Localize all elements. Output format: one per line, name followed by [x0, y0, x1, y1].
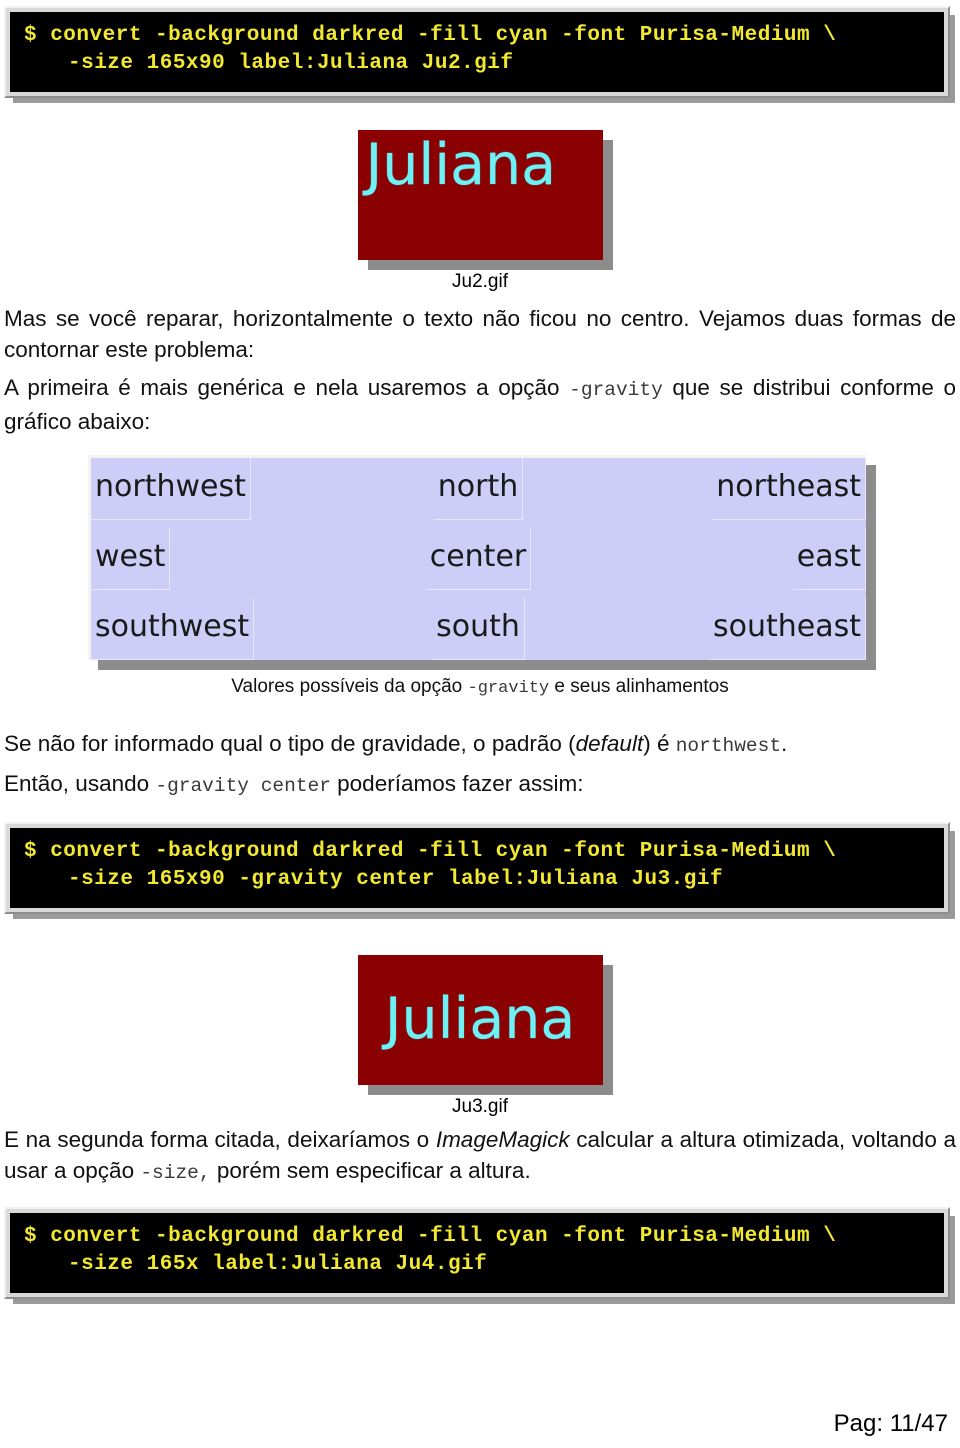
grid-cell-label: center — [425, 527, 532, 590]
paragraph-text: A primeira é mais genérica e nela usarem… — [4, 375, 570, 400]
grid-cell-label: southeast — [708, 597, 866, 660]
caption-text: e seus alinhamentos — [549, 676, 729, 697]
paragraph-5: E na segunda forma citada, deixaríamos o… — [4, 1124, 956, 1189]
code-block-ju3: $ convert -background darkred -fill cyan… — [4, 822, 955, 919]
image-holder: Juliana — [357, 955, 613, 1095]
paragraph-text: porém sem especificar a altura. — [210, 1158, 531, 1183]
paragraph-text: ) é — [643, 731, 676, 756]
terminal-surface: $ convert -background darkred -fill cyan… — [10, 12, 944, 92]
code-block-frame: $ convert -background darkred -fill cyan… — [4, 1207, 950, 1299]
image-holder: Juliana — [357, 130, 613, 270]
figure-caption: Ju3.gif — [452, 1096, 508, 1117]
grid-cell-label: south — [432, 597, 525, 660]
grid-cell-label: north — [433, 458, 524, 520]
emphasis-imagemagick: ImageMagick — [435, 1127, 570, 1152]
grid-cell-west: west — [91, 525, 349, 592]
paragraph-text: Se não for informado qual o tipo de grav… — [4, 731, 576, 756]
grid-cell-northwest: northwest — [91, 458, 349, 525]
caption-text: Valores possíveis da opção — [231, 676, 468, 697]
code-block-frame: $ convert -background darkred -fill cyan… — [4, 822, 950, 914]
terminal-line: $ convert -background darkred -fill cyan… — [24, 1225, 837, 1248]
paragraph-2: A primeira é mais genérica e nela usarem… — [4, 372, 956, 437]
generated-image-ju3: Juliana — [357, 955, 603, 1085]
paragraph-text: poderíamos fazer assim: — [330, 771, 584, 796]
inline-code-gravity: -gravity — [467, 679, 550, 698]
gravity-grid-diagram: northwest north northeast west center ea… — [88, 455, 876, 670]
terminal-line: -size 165x90 -gravity center label:Julia… — [68, 868, 724, 891]
inline-code-size: -size, — [140, 1162, 211, 1184]
grid-cell-label: east — [792, 527, 866, 590]
grid-cell-southeast: southeast — [608, 593, 866, 660]
image-label-text: Juliana — [365, 132, 557, 198]
terminal-surface: $ convert -background darkred -fill cyan… — [10, 1213, 944, 1293]
gravity-grid-caption: Valores possíveis da opção -gravity e se… — [0, 676, 960, 698]
inline-code-northwest: northwest — [675, 735, 782, 757]
paragraph-text: Então, usando — [4, 771, 156, 796]
terminal-line: $ convert -background darkred -fill cyan… — [24, 24, 837, 47]
grid-cell-center: center — [349, 525, 607, 592]
grid-cell-label: northeast — [712, 458, 866, 520]
terminal-line: $ convert -background darkred -fill cyan… — [24, 840, 837, 863]
paragraph-text: Mas se você reparar, horizontalmente o t… — [4, 306, 956, 362]
page-number: Pag: 11/47 — [833, 1410, 948, 1437]
code-block-frame: $ convert -background darkred -fill cyan… — [4, 6, 950, 98]
figure-caption: Ju2.gif — [452, 271, 508, 292]
grid-cell-southwest: southwest — [91, 593, 349, 660]
generated-image-ju2: Juliana — [357, 130, 603, 260]
grid-cell-south: south — [349, 593, 607, 660]
figure-ju3: Juliana Ju3.gif — [0, 955, 960, 1118]
grid-cell-east: east — [608, 525, 866, 592]
grid-cell-north: north — [349, 458, 607, 525]
grid-cell-label: southwest — [91, 597, 255, 660]
grid-surface: northwest north northeast west center ea… — [88, 455, 866, 660]
code-block-ju4: $ convert -background darkred -fill cyan… — [4, 1207, 955, 1304]
grid-cell-label: west — [91, 527, 171, 590]
image-label-text: Juliana — [384, 985, 576, 1052]
terminal-line: -size 165x90 label:Juliana Ju2.gif — [68, 52, 514, 75]
paragraph-1: Mas se você reparar, horizontalmente o t… — [4, 303, 956, 365]
paragraph-3: Se não for informado qual o tipo de grav… — [4, 728, 956, 762]
paragraph-text: E na segunda forma citada, deixaríamos o — [4, 1127, 436, 1152]
grid-row: northwest north northeast — [91, 458, 866, 525]
emphasis-default: default — [575, 731, 644, 756]
code-block-ju2: $ convert -background darkred -fill cyan… — [4, 6, 955, 103]
grid-row: west center east — [91, 525, 866, 592]
paragraph-4: Então, usando -gravity center poderíamos… — [4, 768, 956, 802]
inline-code-gravity-center: -gravity center — [155, 775, 331, 797]
figure-ju2: Juliana Ju2.gif — [0, 130, 960, 293]
grid-cell-label: northwest — [91, 458, 251, 520]
inline-code-gravity: -gravity — [569, 379, 663, 401]
paragraph-text: . — [781, 731, 788, 756]
grid-cell-northeast: northeast — [608, 458, 866, 525]
grid-row: southwest south southeast — [91, 593, 866, 660]
terminal-surface: $ convert -background darkred -fill cyan… — [10, 828, 944, 908]
terminal-line: -size 165x label:Juliana Ju4.gif — [68, 1253, 488, 1276]
